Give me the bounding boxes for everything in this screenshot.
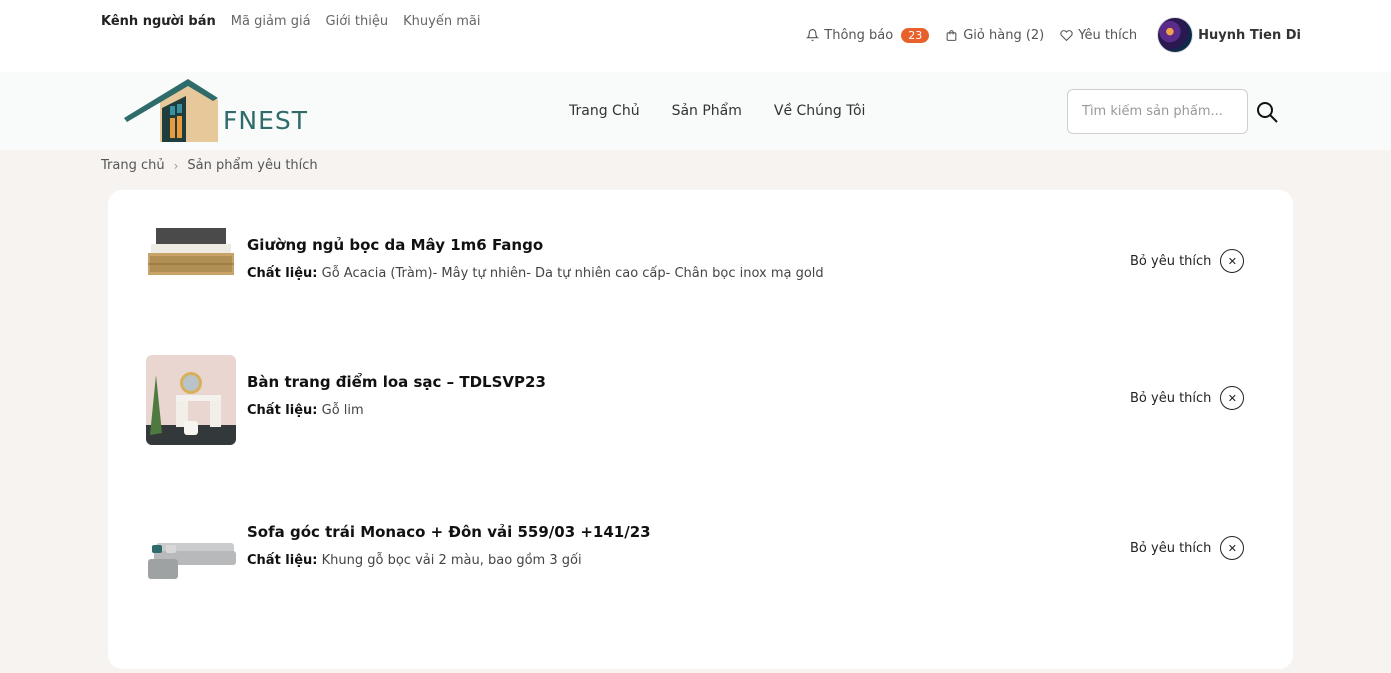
material-label: Chất liệu:: [247, 266, 318, 281]
shopping-bag-icon: [946, 29, 957, 41]
promotion-link[interactable]: Khuyến mãi: [403, 14, 480, 29]
chevron-right-icon: ›: [173, 158, 179, 173]
remove-favorite-button[interactable]: Bỏ yêu thích ✕: [1130, 386, 1245, 410]
notifications-count-badge: 23: [901, 27, 930, 43]
search-icon[interactable]: [1255, 100, 1279, 124]
product-material: Chất liệu: Gỗ Acacia (Tràm)- Mây tự nhiê…: [247, 266, 824, 281]
material-value: Gỗ lim: [321, 403, 364, 418]
material-label: Chất liệu:: [247, 553, 318, 568]
coupon-link[interactable]: Mã giảm giá: [231, 14, 311, 29]
cart-button[interactable]: Giỏ hàng (2): [945, 28, 1044, 43]
vanity-table-image: [146, 355, 236, 445]
list-item: Bàn trang điểm loa sạc – TDLSVP23 Chất l…: [146, 355, 1256, 445]
favorites-list: Giường ngủ bọc da Mây 1m6 Fango Chất liệ…: [108, 190, 1293, 669]
close-icon: ✕: [1220, 249, 1245, 273]
list-item: Giường ngủ bọc da Mây 1m6 Fango Chất liệ…: [146, 218, 1256, 308]
material-value: Khung gỗ bọc vải 2 màu, bao gồm 3 gối: [321, 553, 582, 568]
list-item: Sofa góc trái Monaco + Đôn vải 559/03 +1…: [146, 505, 1256, 595]
search-input[interactable]: [1067, 89, 1248, 134]
product-name[interactable]: Bàn trang điểm loa sạc – TDLSVP23: [247, 373, 546, 391]
top-bar: Kênh người bán Mã giảm giá Giới thiệu Kh…: [0, 0, 1391, 72]
logo-text: FNEST: [223, 106, 309, 135]
close-icon: ✕: [1220, 536, 1245, 560]
heart-icon: [1060, 29, 1073, 41]
user-actions: Thông báo 23 Giỏ hàng (2) Yêu thích Huyn…: [790, 17, 1301, 53]
cart-label: Giỏ hàng (2): [963, 27, 1045, 43]
house-logo-icon: [124, 79, 218, 142]
remove-favorite-button[interactable]: Bỏ yêu thích ✕: [1130, 536, 1245, 560]
notifications-button[interactable]: Thông báo 23: [806, 27, 930, 43]
breadcrumb: Trang chủ › Sản phẩm yêu thích: [101, 158, 318, 173]
product-name[interactable]: Sofa góc trái Monaco + Đôn vải 559/03 +1…: [247, 523, 651, 541]
sofa-image: [146, 505, 236, 595]
username[interactable]: Huynh Tien Di: [1198, 28, 1301, 43]
brand-logo[interactable]: FNEST: [122, 78, 312, 144]
bell-icon: [806, 29, 820, 41]
nav-about-us[interactable]: Về Chúng Tôi: [774, 103, 866, 119]
product-material: Chất liệu: Gỗ lim: [247, 403, 364, 418]
product-thumbnail[interactable]: [146, 355, 236, 445]
breadcrumb-home[interactable]: Trang chủ: [101, 158, 165, 173]
wishlist-label: Yêu thích: [1078, 27, 1138, 43]
bed-image: [146, 218, 236, 308]
remove-favorite-label: Bỏ yêu thích: [1130, 540, 1212, 556]
seller-channel-link[interactable]: Kênh người bán: [101, 14, 216, 29]
product-material: Chất liệu: Khung gỗ bọc vải 2 màu, bao g…: [247, 553, 582, 568]
remove-favorite-label: Bỏ yêu thích: [1130, 390, 1212, 406]
breadcrumb-current: Sản phẩm yêu thích: [187, 158, 318, 173]
product-thumbnail[interactable]: [146, 505, 236, 595]
wishlist-button[interactable]: Yêu thích: [1060, 28, 1137, 43]
nav-products[interactable]: Sản Phẩm: [672, 103, 742, 119]
main-menu: Trang Chủ Sản Phẩm Về Chúng Tôi: [569, 103, 865, 119]
product-thumbnail[interactable]: [146, 218, 236, 308]
material-value: Gỗ Acacia (Tràm)- Mây tự nhiên- Da tự nh…: [321, 266, 824, 281]
product-name[interactable]: Giường ngủ bọc da Mây 1m6 Fango: [247, 236, 543, 254]
notifications-label: Thông báo: [824, 27, 894, 43]
about-link[interactable]: Giới thiệu: [326, 14, 389, 29]
avatar[interactable]: [1157, 17, 1194, 53]
main-navbar: FNEST Trang Chủ Sản Phẩm Về Chúng Tôi: [0, 72, 1391, 150]
nav-home[interactable]: Trang Chủ: [569, 103, 640, 119]
remove-favorite-label: Bỏ yêu thích: [1130, 253, 1212, 269]
close-icon: ✕: [1220, 386, 1245, 410]
remove-favorite-button[interactable]: Bỏ yêu thích ✕: [1130, 249, 1245, 273]
material-label: Chất liệu:: [247, 403, 318, 418]
top-links: Kênh người bán Mã giảm giá Giới thiệu Kh…: [101, 14, 480, 29]
